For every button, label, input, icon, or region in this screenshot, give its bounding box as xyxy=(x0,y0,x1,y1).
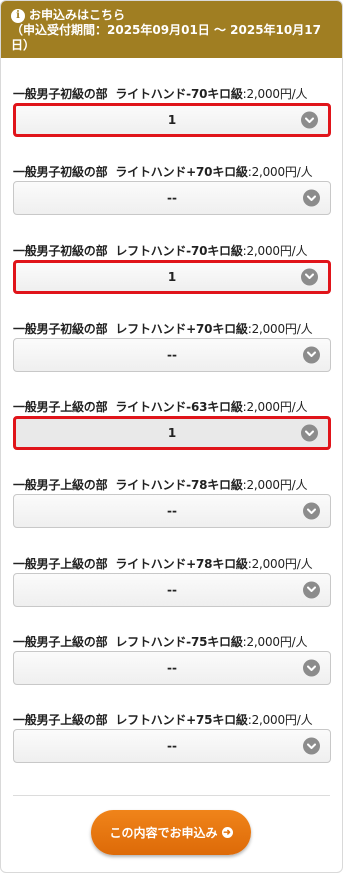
weight-category: ライトハンド-70キロ級 xyxy=(115,87,243,101)
entry-label: 一般男子初級の部 レフトハンド+70キロ級:2,000円/人 xyxy=(13,320,313,337)
division-name: 一般男子初級の部 xyxy=(13,87,108,101)
quantity-value: -- xyxy=(167,739,177,754)
form-header: i お申込みはこちら （申込受付期間：2025年09月01日 〜 2025年10… xyxy=(1,1,342,58)
chevron-down-icon xyxy=(301,111,318,129)
chevron-down-icon xyxy=(303,502,320,520)
entry-price: :2,000円/人 xyxy=(247,165,313,180)
entry-label: 一般男子上級の部 レフトハンド+75キロ級:2,000円/人 xyxy=(13,711,313,728)
quantity-select[interactable]: -- xyxy=(13,337,331,372)
entry-row: 一般男子初級の部 レフトハンド+70キロ級:2,000円/人 -- xyxy=(13,293,331,372)
quantity-select[interactable]: 1 xyxy=(13,259,331,294)
chevron-down-icon xyxy=(301,424,318,442)
quantity-value: -- xyxy=(167,347,177,362)
entry-row: 一般男子初級の部 レフトハンド-70キロ級:2,000円/人 1 xyxy=(13,215,331,294)
entry-price: :2,000円/人 xyxy=(242,243,308,258)
chevron-down-icon xyxy=(303,659,320,677)
quantity-value: 1 xyxy=(167,113,177,127)
entry-price: :2,000円/人 xyxy=(242,635,308,650)
division-name: 一般男子上級の部 xyxy=(13,635,108,650)
entry-label: 一般男子初級の部 ライトハンド+70キロ級:2,000円/人 xyxy=(13,163,313,180)
weight-category: レフトハンド-75キロ級 xyxy=(115,635,243,650)
entry-price: :2,000円/人 xyxy=(242,87,308,101)
submit-label: この内容でお申込み xyxy=(109,826,218,840)
weight-category: レフトハンド+70キロ級 xyxy=(115,321,248,336)
quantity-value: 1 xyxy=(167,426,177,441)
division-name: 一般男子上級の部 xyxy=(13,713,108,728)
weight-category: ライトハンド+78キロ級 xyxy=(115,556,248,571)
chevron-down-icon xyxy=(301,268,318,286)
quantity-select[interactable]: -- xyxy=(13,494,331,529)
entry-price: :2,000円/人 xyxy=(247,321,313,336)
entry-label: 一般男子初級の部 ライトハンド-70キロ級:2,000円/人 xyxy=(13,85,307,102)
header-title: お申込みはこちら xyxy=(29,8,126,22)
quantity-select[interactable]: -- xyxy=(13,651,331,686)
entry-row: 一般男子上級の部 ライトハンド+78キロ級:2,000円/人 -- xyxy=(13,528,331,607)
division-name: 一般男子初級の部 xyxy=(13,165,108,180)
division-name: 一般男子初級の部 xyxy=(13,243,108,258)
chevron-down-icon xyxy=(303,581,320,599)
submit-application-button[interactable]: この内容でお申込み ➜ xyxy=(91,810,251,855)
division-name: 一般男子上級の部 xyxy=(13,400,108,415)
info-icon: i xyxy=(11,8,25,23)
entry-row: 一般男子上級の部 ライトハンド-63キロ級:2,000円/人 1 xyxy=(13,371,331,451)
quantity-value: -- xyxy=(167,504,177,519)
division-name: 一般男子上級の部 xyxy=(13,478,108,493)
quantity-select[interactable]: 1 xyxy=(13,103,331,137)
entry-price: :2,000円/人 xyxy=(247,713,313,728)
entry-list: 一般男子初級の部 ライトハンド-70キロ級:2,000円/人 1 一般男子初級の部 … xyxy=(1,58,342,764)
entry-row: 一般男子初級の部 ライトハンド+70キロ級:2,000円/人 -- xyxy=(13,136,331,216)
weight-category: レフトハンド-70キロ級 xyxy=(115,243,243,258)
application-form-card: i お申込みはこちら （申込受付期間：2025年09月01日 〜 2025年10… xyxy=(0,0,343,873)
application-period: （申込受付期間：2025年09月01日 〜 2025年10月17日） xyxy=(11,23,321,52)
weight-category: レフトハンド+75キロ級 xyxy=(115,713,248,728)
entry-price: :2,000円/人 xyxy=(242,478,308,493)
arrow-right-circle-icon: ➜ xyxy=(221,827,233,838)
chevron-down-icon xyxy=(303,346,320,364)
entry-price: :2,000円/人 xyxy=(242,400,308,415)
weight-category: ライトハンド-78キロ級 xyxy=(115,478,243,493)
quantity-value: 1 xyxy=(167,269,177,284)
entry-row: 一般男子上級の部 レフトハンド+75キロ級:2,000円/人 -- xyxy=(13,684,331,764)
weight-category: ライトハンド-63キロ級 xyxy=(115,400,243,415)
quantity-value: -- xyxy=(167,661,177,676)
quantity-value: -- xyxy=(167,191,177,206)
entry-price: :2,000円/人 xyxy=(247,556,313,571)
entry-label: 一般男子上級の部 ライトハンド+78キロ級:2,000円/人 xyxy=(13,555,313,572)
chevron-down-icon xyxy=(303,189,320,207)
quantity-select[interactable]: -- xyxy=(13,181,331,216)
entry-label: 一般男子初級の部 レフトハンド-70キロ級:2,000円/人 xyxy=(13,242,307,259)
divider xyxy=(13,795,330,796)
entry-label: 一般男子上級の部 レフトハンド-75キロ級:2,000円/人 xyxy=(13,633,307,650)
entry-row: 一般男子上級の部 レフトハンド-75キロ級:2,000円/人 -- xyxy=(13,606,331,686)
entry-row: 一般男子初級の部 ライトハンド-70キロ級:2,000円/人 1 xyxy=(13,58,331,137)
entry-label: 一般男子上級の部 ライトハンド-78キロ級:2,000円/人 xyxy=(13,476,307,493)
division-name: 一般男子上級の部 xyxy=(13,556,108,571)
chevron-down-icon xyxy=(303,737,320,755)
entry-row: 一般男子上級の部 ライトハンド-78キロ級:2,000円/人 -- xyxy=(13,449,331,529)
quantity-select[interactable]: -- xyxy=(13,729,331,764)
quantity-select[interactable]: 1 xyxy=(13,416,331,451)
division-name: 一般男子初級の部 xyxy=(13,321,108,336)
entry-label: 一般男子上級の部 ライトハンド-63キロ級:2,000円/人 xyxy=(13,398,307,415)
quantity-value: -- xyxy=(167,582,177,597)
weight-category: ライトハンド+70キロ級 xyxy=(115,165,248,180)
quantity-select[interactable]: -- xyxy=(13,572,331,607)
